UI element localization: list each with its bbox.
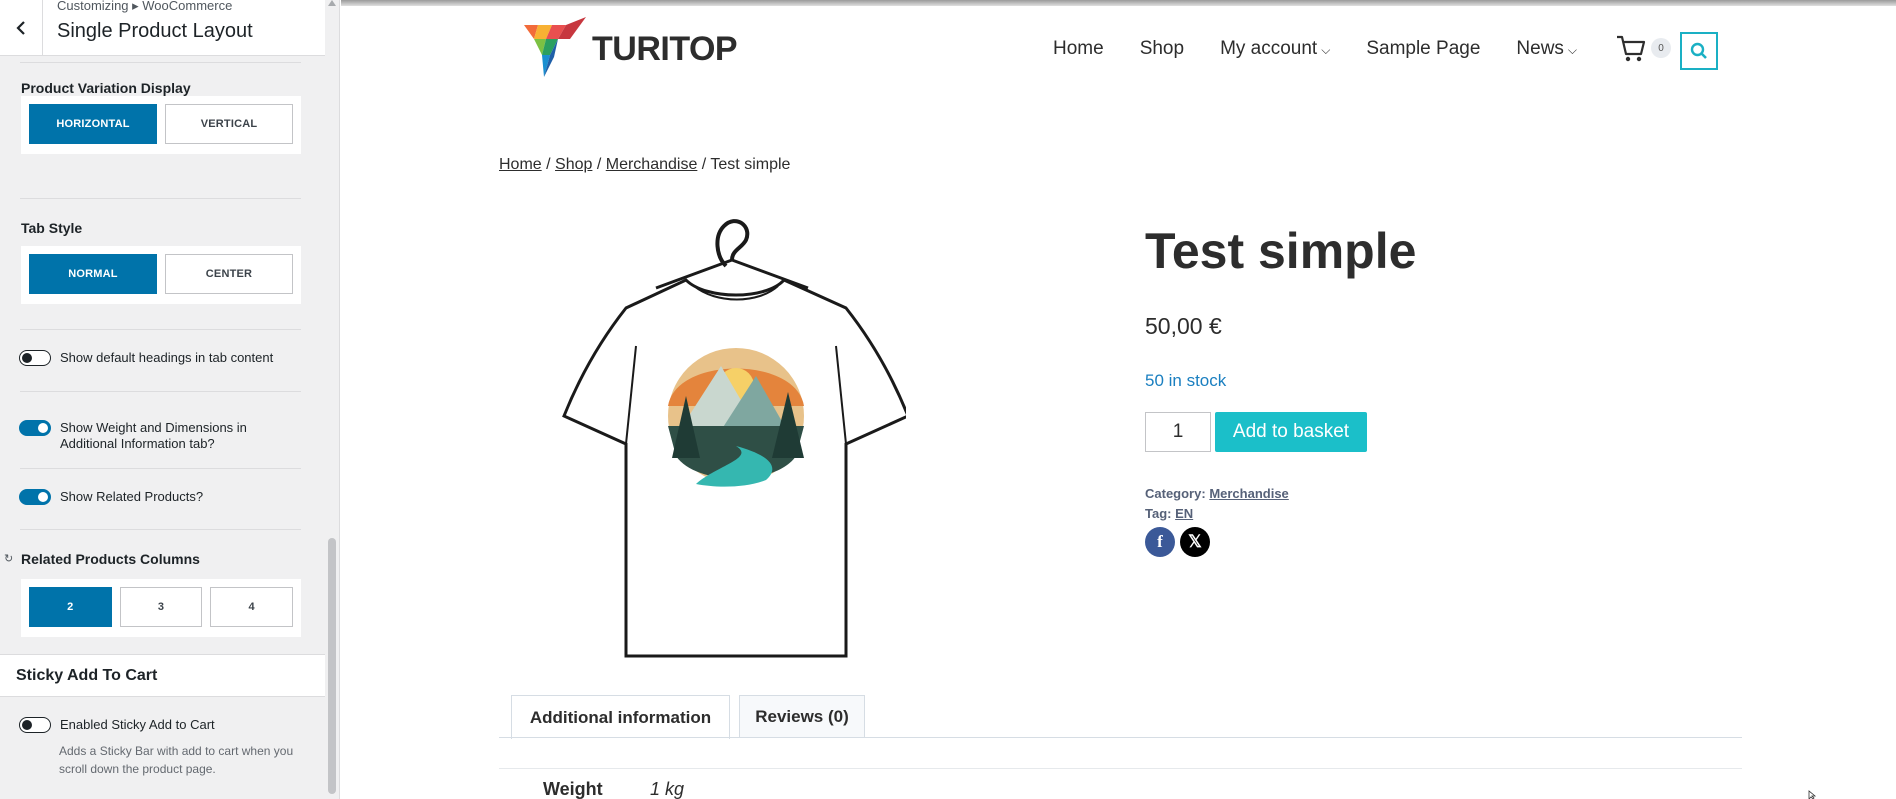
panel-title: Single Product Layout — [57, 20, 253, 42]
breadcrumb-sep: / — [541, 156, 556, 173]
cart-count-badge: 0 — [1651, 38, 1671, 58]
product-category: Category: Merchandise — [1145, 486, 1289, 501]
related-products-toggle[interactable] — [19, 489, 51, 505]
scroll-up-arrow-icon[interactable] — [328, 0, 336, 6]
columns-2-button[interactable]: 2 — [29, 587, 112, 627]
breadcrumb-home[interactable]: Home — [499, 156, 542, 173]
site-preview: TURITOP Home Shop My account ⌵ Sample Pag… — [341, 0, 1896, 799]
back-button[interactable] — [0, 0, 43, 55]
top-border — [341, 0, 1896, 6]
toggle-label: Show Weight and Dimensions in Additional… — [60, 420, 247, 451]
main-nav: Home Shop My account ⌵ Sample Page News ⌵ — [1053, 38, 1577, 60]
mouse-cursor-icon — [1808, 790, 1817, 799]
toggle-label: Enabled Sticky Add to Cart — [60, 717, 215, 732]
divider — [20, 62, 301, 63]
info-table-border — [499, 768, 1742, 769]
tab-reviews[interactable]: Reviews (0) — [739, 695, 865, 738]
related-columns-label: Related Products Columns — [21, 551, 200, 567]
toggle-row-related-products: Show Related Products? — [19, 489, 203, 505]
search-icon — [1690, 42, 1707, 59]
divider — [20, 391, 301, 392]
default-headings-toggle[interactable] — [19, 350, 51, 366]
add-to-basket-button[interactable]: Add to basket — [1215, 412, 1367, 452]
x-share-icon[interactable]: 𝕏 — [1180, 527, 1210, 557]
customizer-header: Customizing ▸ WooCommerce Single Product… — [0, 0, 325, 56]
variation-display-group: HORIZONTAL VERTICAL — [21, 96, 301, 154]
related-columns-group: 2 3 4 — [21, 579, 301, 637]
cart-icon — [1617, 35, 1646, 62]
product-price: 50,00 € — [1145, 313, 1222, 339]
nav-news[interactable]: News ⌵ — [1516, 38, 1577, 60]
tab-style-center-button[interactable]: CENTER — [165, 254, 293, 294]
tabs-underline — [499, 737, 1742, 738]
customizer-sidebar: Customizing ▸ WooCommerce Single Product… — [0, 0, 340, 799]
weight-dimensions-toggle[interactable] — [19, 420, 51, 436]
stock-status: 50 in stock — [1145, 371, 1227, 390]
columns-3-button[interactable]: 3 — [119, 587, 203, 627]
nav-label: My account — [1220, 38, 1318, 59]
breadcrumb-category[interactable]: Merchandise — [606, 156, 698, 173]
tab-style-normal-button[interactable]: NORMAL — [29, 254, 157, 294]
sticky-section-title: Sticky Add To Cart — [16, 667, 158, 684]
reset-icon[interactable]: ↻ — [4, 552, 13, 565]
sticky-section-header[interactable]: Sticky Add To Cart — [0, 654, 325, 697]
sidebar-scrollbar[interactable] — [325, 0, 339, 799]
nav-shop[interactable]: Shop — [1140, 38, 1184, 60]
facebook-share-icon[interactable]: f — [1145, 527, 1175, 557]
logo-text: TURITOP — [592, 29, 738, 68]
product-tag: Tag: EN — [1145, 506, 1193, 521]
nav-my-account[interactable]: My account ⌵ — [1220, 38, 1330, 60]
sticky-description: Adds a Sticky Bar with add to cart when … — [59, 744, 294, 776]
chevron-left-icon — [16, 20, 25, 35]
columns-4-button[interactable]: 4 — [210, 587, 294, 627]
chevron-down-icon: ⌵ — [1321, 43, 1331, 57]
tab-style-group: NORMAL CENTER — [21, 246, 301, 304]
divider — [20, 468, 301, 469]
customizer-breadcrumb: Customizing ▸ WooCommerce — [57, 0, 233, 13]
scroll-thumb[interactable] — [328, 538, 336, 794]
cart-button[interactable]: 0 — [1615, 32, 1671, 64]
variation-display-label: Product Variation Display — [21, 80, 191, 96]
variation-vertical-button[interactable]: VERTICAL — [165, 104, 293, 144]
chevron-down-icon: ⌵ — [1567, 43, 1578, 57]
weight-label: Weight — [543, 779, 603, 799]
toggle-label: Show Related Products? — [60, 489, 204, 504]
tag-link[interactable]: EN — [1175, 506, 1193, 521]
toggle-row-weight-dimensions: Show Weight and Dimensions in Additional… — [19, 420, 260, 452]
breadcrumb: Home / Shop / Merchandise / Test simple — [499, 156, 790, 174]
breadcrumb-sep: / — [697, 156, 711, 173]
divider — [20, 198, 301, 199]
variation-horizontal-button[interactable]: HORIZONTAL — [29, 104, 157, 144]
breadcrumb-shop[interactable]: Shop — [555, 156, 592, 173]
toggle-row-sticky-cart: Enabled Sticky Add to Cart — [19, 717, 215, 733]
nav-sample-page[interactable]: Sample Page — [1366, 38, 1480, 60]
tab-style-label: Tab Style — [21, 220, 83, 236]
nav-label: News — [1516, 38, 1564, 59]
site-logo[interactable]: TURITOP — [524, 17, 738, 81]
breadcrumb-current: Test simple — [710, 156, 791, 173]
category-label: Category: — [1145, 486, 1206, 501]
turitop-logo-icon — [524, 17, 586, 77]
tab-additional-information[interactable]: Additional information — [511, 695, 730, 739]
tag-label: Tag: — [1145, 506, 1172, 521]
product-title: Test simple — [1145, 223, 1417, 279]
toggle-row-default-headings: Show default headings in tab content — [19, 350, 273, 366]
divider — [20, 329, 301, 330]
search-button[interactable] — [1680, 32, 1718, 70]
category-link[interactable]: Merchandise — [1209, 486, 1288, 501]
breadcrumb-sep: / — [592, 156, 606, 173]
product-image[interactable] — [546, 196, 906, 660]
quantity-input[interactable]: 1 — [1145, 412, 1211, 452]
divider — [20, 529, 301, 530]
toggle-label: Show default headings in tab content — [60, 350, 274, 365]
weight-value: 1 kg — [650, 779, 685, 799]
sticky-cart-toggle[interactable] — [19, 717, 51, 733]
nav-home[interactable]: Home — [1053, 38, 1104, 60]
